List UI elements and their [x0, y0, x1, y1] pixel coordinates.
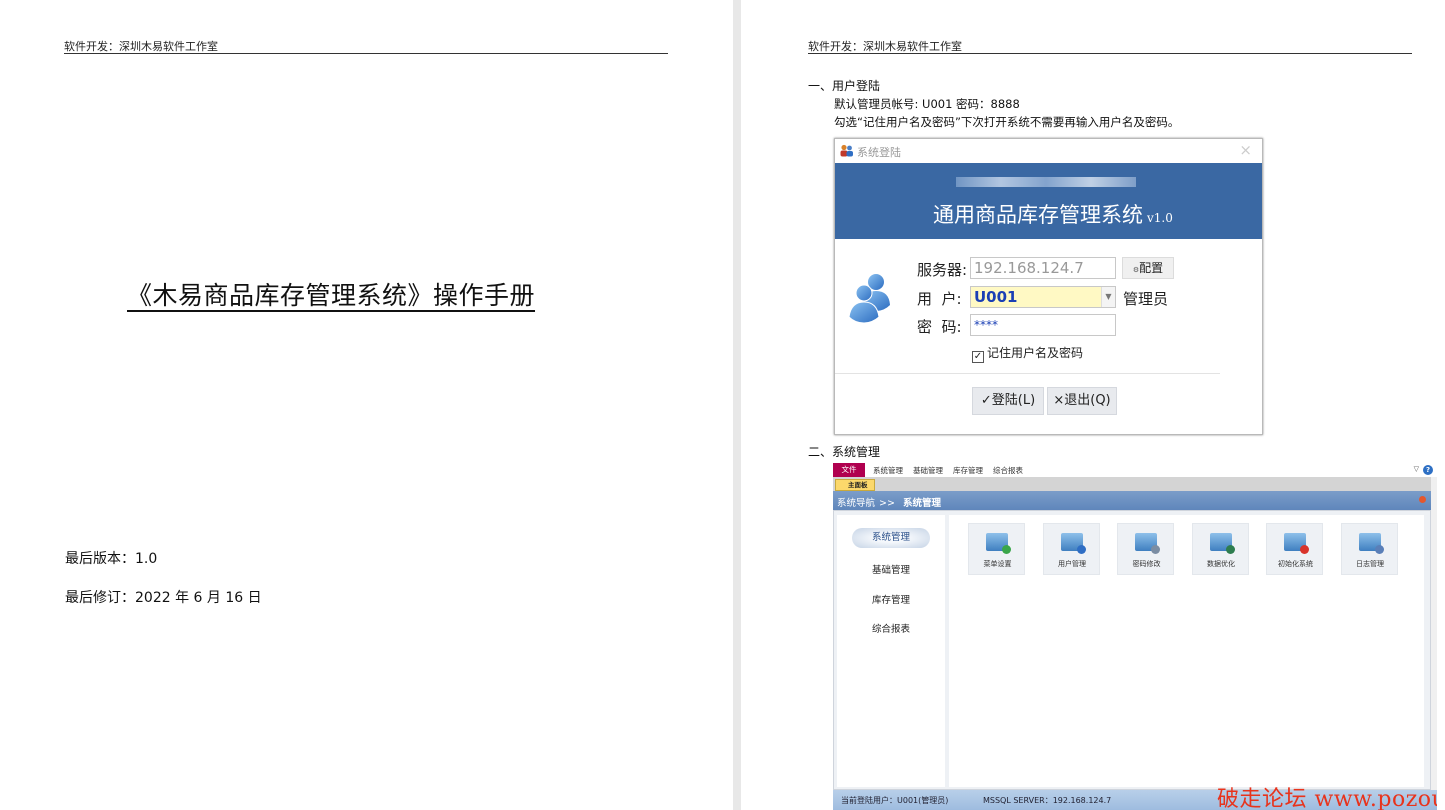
app-version: v1.0: [1147, 211, 1173, 225]
section-heading-login: 一、用户登陆: [808, 79, 881, 93]
sidebar-item-inventory[interactable]: 库存管理: [837, 592, 945, 606]
tile-badge-icon: [1300, 545, 1309, 554]
content-frame: 系统管理 基础管理 库存管理 综合报表 菜单设置 用户管理 密码修改 数据优化 初始化系…: [833, 510, 1431, 790]
folder-icon: [1358, 533, 1384, 554]
default-account-line: 默认管理员帐号: U001 密码：8888: [834, 97, 1020, 111]
tile-badge-icon: [1076, 545, 1086, 554]
dialog-titlebar: 系统登陆 ×: [835, 139, 1262, 163]
breadcrumb-separator: >>: [879, 498, 895, 509]
manual-cover-page: 软件开发：深圳木易软件工作室 《木易商品库存管理系统》操作手册 最后版本：1.0…: [0, 0, 733, 810]
tab-strip: 主面板: [833, 477, 1431, 491]
section-heading-system: 二、系统管理: [808, 445, 881, 459]
remember-hint-line: 勾选“记住用户名及密码”下次打开系统不需要再输入用户名及密码。: [834, 115, 1180, 129]
tile-6[interactable]: 日志管理: [1340, 523, 1398, 575]
config-button[interactable]: ⚙配置: [1122, 257, 1174, 279]
menu-inventory[interactable]: 库存管理: [953, 465, 983, 476]
tile-label: 日志管理: [1356, 560, 1384, 568]
tile-5[interactable]: 初始化系统: [1266, 523, 1323, 575]
folder-icon: [1284, 533, 1309, 554]
tile-badge-icon: [1151, 545, 1160, 554]
menu-basic[interactable]: 基础管理: [913, 465, 943, 476]
folder-icon: [1060, 533, 1086, 554]
user-combo[interactable]: U001 ▼: [970, 286, 1116, 308]
users-icon: [848, 274, 890, 323]
help-icon[interactable]: ?: [1423, 465, 1433, 475]
manual-content-page: 软件开发：深圳木易软件工作室 一、用户登陆 默认管理员帐号: U001 密码：8…: [741, 0, 1445, 810]
dialog-body: 服务器: 192.168.124.7 ⚙配置 用 户: U001 ▼ 管理员 密…: [835, 239, 1262, 434]
status-server: MSSQL SERVER：192.168.124.7: [983, 796, 1112, 805]
exit-button[interactable]: ×退出(Q): [1047, 387, 1117, 415]
menu-file[interactable]: 文件: [833, 463, 865, 477]
app-title-text: 通用商品库存管理系统: [933, 203, 1143, 227]
main-window: 文件 系统管理 基础管理 库存管理 综合报表 ▽ ? 主面板 系统导航 >> 系统管…: [833, 463, 1437, 810]
tile-area: 菜单设置 用户管理 密码修改 数据优化 初始化系统 日志管理: [949, 515, 1424, 787]
blurred-logo: [956, 177, 1136, 187]
password-label: 密 码:: [917, 318, 962, 336]
sidebar-item-reports[interactable]: 综合报表: [837, 621, 945, 635]
dialog-separator: [835, 373, 1220, 374]
remember-checkbox[interactable]: ✓ 记住用户名及密码: [972, 344, 1083, 363]
tile-label: 菜单设置: [983, 560, 1012, 568]
refresh-icon[interactable]: [1419, 496, 1426, 503]
vertical-scrollbar[interactable]: [1431, 477, 1437, 790]
chevron-down-icon[interactable]: ▼: [1101, 287, 1115, 307]
tile-badge-icon: [1002, 545, 1011, 554]
tile-label: 用户管理: [1058, 560, 1086, 568]
breadcrumb-current: 系统管理: [902, 498, 941, 509]
password-input[interactable]: ****: [970, 314, 1116, 336]
status-user: 当前登陆用户：U001(管理员): [841, 796, 949, 805]
sidebar-item-label: 系统管理: [871, 532, 910, 543]
version-line: 最后版本：1.0: [65, 551, 158, 567]
sidebar-item-basic[interactable]: 基础管理: [837, 562, 945, 576]
breadcrumb-root[interactable]: 系统导航: [837, 498, 875, 509]
menu-bar: 文件 系统管理 基础管理 库存管理 综合报表 ▽ ?: [833, 463, 1437, 477]
header-rule: [64, 53, 668, 54]
tile-4[interactable]: 数据优化: [1191, 523, 1249, 575]
folder-icon: [1135, 533, 1160, 554]
menu-reports[interactable]: 综合报表: [993, 465, 1023, 476]
tile-badge-icon: [1374, 545, 1384, 554]
tab-main-panel[interactable]: 主面板: [835, 479, 875, 491]
tile-3[interactable]: 密码修改: [1117, 523, 1174, 575]
dialog-banner: 通用商品库存管理系统 v1.0: [835, 163, 1262, 239]
server-input[interactable]: 192.168.124.7: [970, 257, 1116, 279]
tile-1[interactable]: 菜单设置: [968, 523, 1025, 575]
tab-main-label: 主面板: [848, 481, 868, 489]
tile-2[interactable]: 用户管理: [1042, 523, 1100, 575]
user-value: U001: [974, 288, 1018, 306]
users-small-icon: [840, 144, 853, 157]
tile-label: 数据优化: [1207, 560, 1235, 568]
nav-bar: 系统导航 >> 系统管理: [833, 491, 1431, 510]
watermark: 破走论坛 www.pozou.com: [1217, 787, 1437, 810]
collapse-icon[interactable]: ▽: [1414, 465, 1419, 473]
breadcrumb: 系统导航 >> 系统管理: [837, 495, 941, 509]
document-title: 《木易商品库存管理系统》操作手册: [127, 281, 536, 310]
close-icon[interactable]: ×: [1239, 141, 1252, 159]
tile-label: 初始化系统: [1278, 560, 1313, 568]
checkbox-checked-icon: ✓: [972, 351, 984, 363]
sidebar: 系统管理 基础管理 库存管理 综合报表: [837, 515, 945, 787]
user-role: 管理员: [1123, 290, 1169, 308]
revision-line: 最后修订：2022 年 6 月 16 日: [65, 590, 262, 606]
remember-label: 记住用户名及密码: [987, 346, 1084, 360]
tile-badge-icon: [1225, 545, 1235, 554]
user-label: 用 户:: [917, 290, 962, 308]
server-label: 服务器:: [917, 261, 968, 279]
folder-icon: [986, 533, 1011, 554]
login-button[interactable]: ✓登陆(L): [972, 387, 1044, 415]
sidebar-item-system[interactable]: 系统管理: [852, 528, 930, 548]
page-header: 软件开发：深圳木易软件工作室: [64, 40, 218, 53]
dialog-title: 系统登陆: [857, 146, 901, 159]
config-button-label: 配置: [1139, 261, 1164, 275]
menu-system[interactable]: 系统管理: [873, 465, 903, 476]
header-rule: [808, 53, 1412, 54]
folder-icon: [1209, 533, 1235, 554]
app-title: 通用商品库存管理系统 v1.0: [933, 199, 1173, 229]
login-dialog: 系统登陆 × 通用商品库存管理系统 v1.0 服务器: 192.168.124.7…: [834, 138, 1263, 435]
tile-label: 密码修改: [1132, 560, 1161, 568]
page-header: 软件开发：深圳木易软件工作室: [808, 40, 962, 53]
